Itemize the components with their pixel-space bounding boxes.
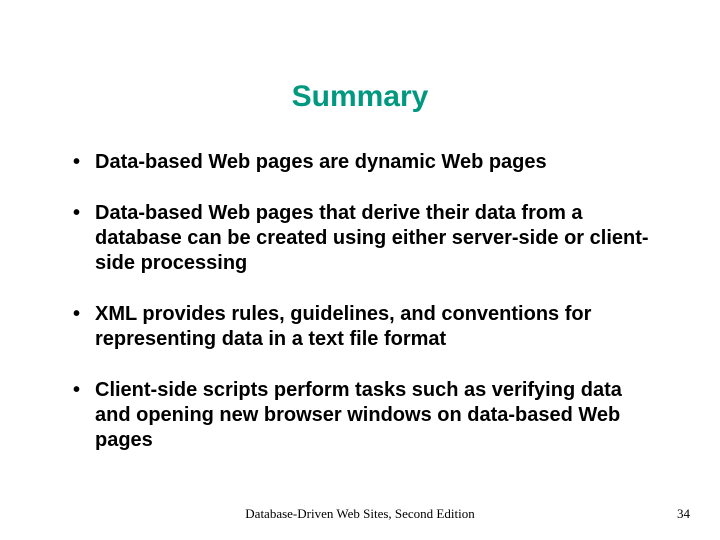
list-item: Client-side scripts perform tasks such a…	[70, 378, 660, 453]
slide-title: Summary	[0, 80, 720, 114]
bullet-list: Data-based Web pages are dynamic Web pag…	[70, 150, 660, 453]
footer-page-number: 34	[677, 506, 690, 522]
footer-source: Database-Driven Web Sites, Second Editio…	[0, 506, 720, 522]
slide: Summary Data-based Web pages are dynamic…	[0, 0, 720, 540]
list-item: Data-based Web pages that derive their d…	[70, 201, 660, 276]
slide-body: Data-based Web pages are dynamic Web pag…	[70, 150, 660, 479]
list-item: Data-based Web pages are dynamic Web pag…	[70, 150, 660, 175]
list-item: XML provides rules, guidelines, and conv…	[70, 302, 660, 352]
